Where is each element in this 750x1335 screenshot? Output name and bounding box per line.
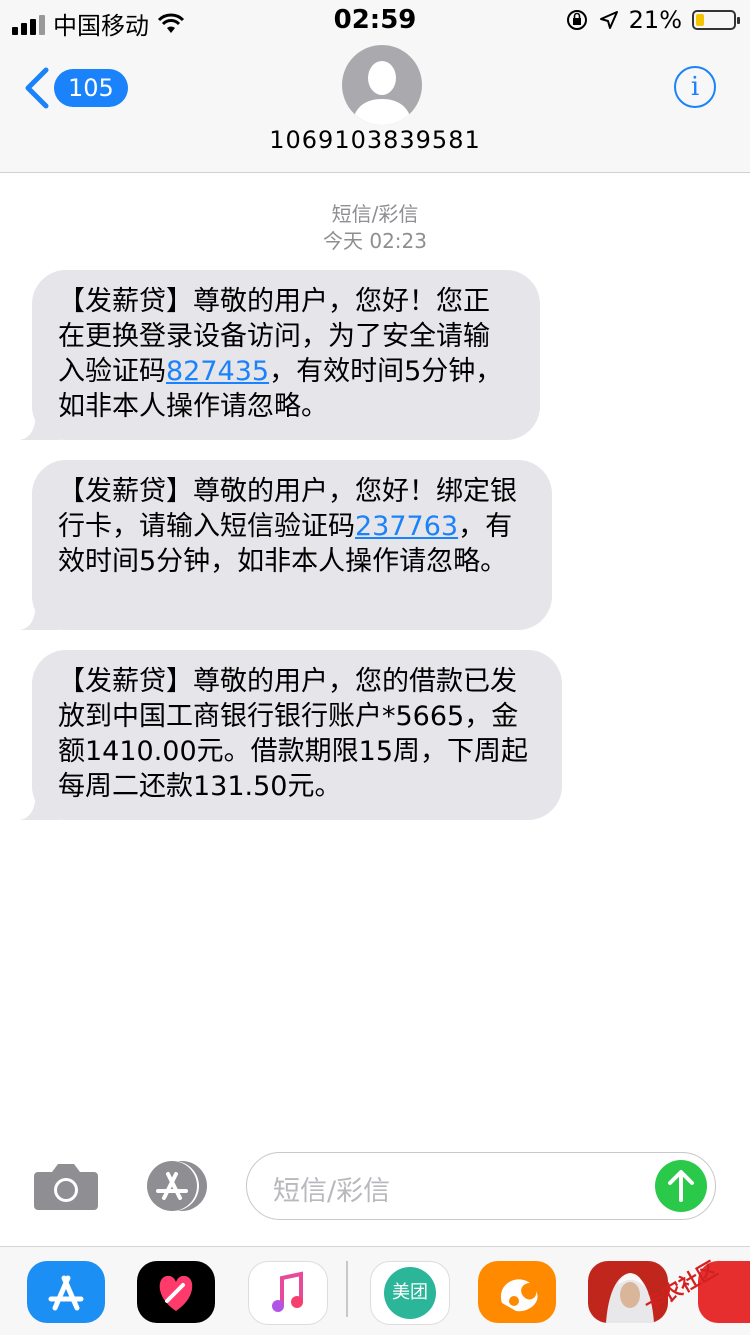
bubble-tail — [20, 600, 60, 630]
input-placeholder: 短信/彩信 — [273, 1176, 391, 1207]
message-bubble[interactable]: 【发薪贷】尊敬的用户，您好！绑定银行卡，请输入短信验证码237763，有效时间5… — [20, 460, 552, 630]
app-store-glyph — [48, 1275, 84, 1311]
imessage-app-drawer: 美团 卡农社区 — [0, 1246, 750, 1335]
message-input[interactable]: 短信/彩信 — [246, 1152, 716, 1220]
arrow-up-icon — [668, 1170, 694, 1202]
verification-code-link[interactable]: 827435 — [166, 356, 269, 387]
bubble-tail — [20, 410, 60, 440]
digital-touch-app-icon[interactable] — [137, 1261, 215, 1323]
app-store-app-icon[interactable] — [27, 1261, 105, 1323]
dock-separator — [346, 1261, 348, 1317]
unread-count-badge: 105 — [54, 69, 128, 107]
message-type-label: 短信/彩信 — [331, 202, 419, 226]
app-store-icon[interactable] — [140, 1160, 208, 1212]
contact-avatar[interactable] — [342, 45, 422, 125]
message-bubble[interactable]: 【发薪贷】尊敬的用户，您的借款已发放到中国工商银行银行账户*5665，金额141… — [20, 650, 562, 820]
info-icon[interactable]: i — [674, 66, 716, 108]
heart-icon — [159, 1275, 193, 1311]
music-app-icon[interactable] — [248, 1261, 328, 1325]
message-timestamp: 今天 02:23 — [323, 229, 427, 253]
compose-bar: 短信/彩信 — [0, 1140, 750, 1240]
camera-icon[interactable] — [34, 1162, 98, 1210]
music-note-icon — [272, 1271, 303, 1312]
back-button[interactable]: 105 — [22, 66, 128, 110]
verification-code-link[interactable]: 237763 — [355, 511, 458, 542]
battery-percent: 21% — [628, 6, 682, 34]
bubble-tail — [20, 790, 60, 820]
meituan-app-icon[interactable]: 美团 — [370, 1261, 450, 1325]
orientation-lock-icon — [566, 10, 587, 30]
meituan-badge: 美团 — [384, 1267, 436, 1319]
person-icon — [352, 61, 412, 125]
location-icon — [599, 11, 618, 29]
battery-icon — [692, 10, 740, 30]
chevron-left-icon — [25, 67, 49, 109]
status-right: 21% — [565, 6, 740, 34]
uc-browser-app-icon[interactable] — [478, 1261, 556, 1323]
contact-number[interactable]: 1069103839581 — [0, 126, 750, 154]
status-bar: 中国移动 02:59 21% — [0, 0, 750, 40]
conversation-header: 105 1069103839581 i — [0, 40, 750, 173]
send-button[interactable] — [655, 1160, 707, 1212]
squirrel-icon — [500, 1279, 538, 1312]
message-text: 【发薪贷】尊敬的用户，您的借款已发放到中国工商银行银行账户*5665，金额141… — [58, 666, 529, 802]
message-bubble[interactable]: 【发薪贷】尊敬的用户，您好！您正在更换登录设备访问，为了安全请输入验证码8274… — [20, 270, 540, 440]
